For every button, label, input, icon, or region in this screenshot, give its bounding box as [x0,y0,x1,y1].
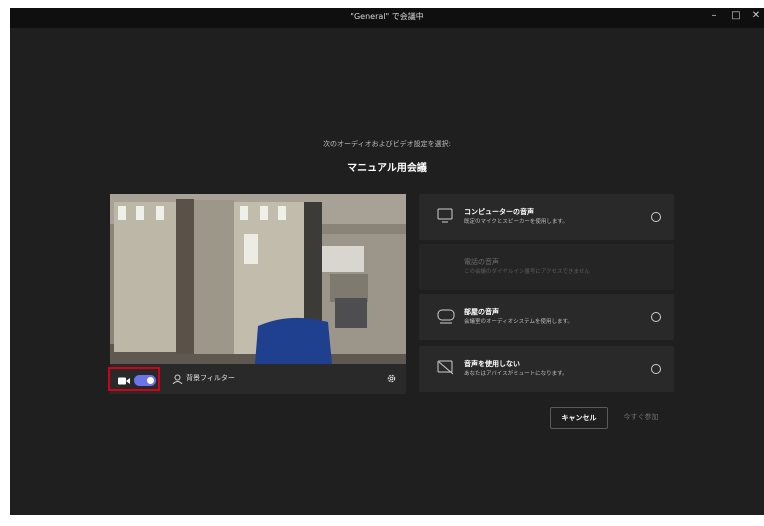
minimize-icon[interactable]: – [706,10,722,21]
camera-toggle[interactable] [134,375,156,386]
audio-option-title: 音声を使用しない [464,360,520,368]
video-preview: 背景フィルター [108,194,406,394]
camera-toggle-highlight [108,367,160,391]
audio-radio-none[interactable] [651,364,661,374]
preview-controls: 背景フィルター [108,364,406,394]
title-bar: "General" で会議中 – □ ✕ [10,8,764,28]
toggle-knob [147,377,154,384]
audio-option-title: コンピューターの音声 [464,208,534,216]
audio-option-desc: 会議室のオーディオシステムを使用します。 [464,319,573,325]
join-now-button[interactable]: 今すぐ参加 [613,407,669,427]
camera-feed [110,194,406,364]
audio-radio-computer[interactable] [651,212,661,222]
audio-option-computer[interactable]: コンピューターの音声 既定のマイクとスピーカーを使用します。 [419,194,674,240]
maximize-icon[interactable]: □ [728,10,744,21]
audio-option-room[interactable]: 部屋の音声 会議室のオーディオシステムを使用します。 [419,294,674,340]
settings-prompt: 次のオーディオおよびビデオ設定を選択: [323,140,451,148]
audio-option-desc: あなたはアバイスがミュートになります。 [464,371,568,377]
cancel-button[interactable]: キャンセル [550,407,608,429]
computer-audio-icon [437,208,453,223]
window-title: "General" で会議中 [350,12,424,21]
meeting-title: マニュアル用会議 [347,163,427,174]
no-audio-icon [437,360,454,375]
teams-window: "General" で会議中 – □ ✕ 次のオーディオおよびビデオ設定を選択:… [10,8,764,515]
audio-option-desc: 既定のマイクとスピーカーを使用します。 [464,219,568,225]
device-settings-icon[interactable] [386,373,397,384]
background-filter-label[interactable]: 背景フィルター [186,373,235,383]
audio-option-desc: この会議のダイヤルイン番号にアクセスできません [464,269,590,275]
audio-radio-room[interactable] [651,312,661,322]
audio-option-phone: 電話の音声 この会議のダイヤルイン番号にアクセスできません [419,244,674,290]
camera-icon [118,377,130,385]
room-audio-icon [437,309,455,324]
audio-option-title: 電話の音声 [464,258,499,266]
close-icon[interactable]: ✕ [748,10,764,21]
audio-option-none[interactable]: 音声を使用しない あなたはアバイスがミュートになります。 [419,346,674,392]
background-filter-icon[interactable] [172,374,183,384]
audio-option-title: 部屋の音声 [464,308,499,316]
